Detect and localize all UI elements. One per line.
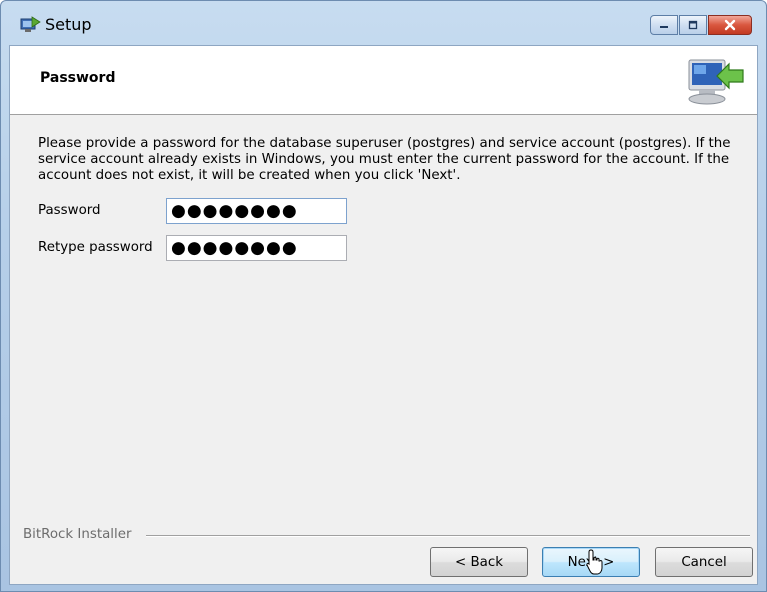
computer-install-icon — [688, 59, 744, 105]
minimize-button[interactable] — [650, 15, 678, 35]
password-label: Password — [38, 203, 101, 218]
setup-app-icon — [20, 16, 41, 32]
installer-brand: BitRock Installer — [23, 527, 132, 542]
close-button[interactable] — [708, 15, 752, 35]
wizard-header: Password — [10, 46, 757, 115]
setup-window: Setup Password Please provide a password… — [0, 0, 767, 592]
retype-password-label: Retype password — [38, 240, 153, 255]
page-title: Password — [40, 70, 116, 86]
instructions-text: Please provide a password for the databa… — [38, 136, 731, 183]
cancel-button[interactable]: Cancel — [655, 547, 753, 577]
caption-buttons — [649, 15, 752, 37]
footer-divider — [146, 535, 750, 537]
window-title: Setup — [45, 15, 92, 34]
back-button[interactable]: < Back — [430, 547, 528, 577]
password-input[interactable]: ●●●●●●●● — [166, 198, 347, 224]
next-button[interactable]: Next > — [542, 547, 640, 577]
wizard-client-area: Password Please provide a password for t… — [9, 45, 758, 585]
title-bar[interactable]: Setup — [1, 1, 766, 45]
minimize-icon — [660, 26, 668, 28]
close-icon — [724, 19, 736, 31]
retype-password-input[interactable]: ●●●●●●●● — [166, 235, 347, 261]
maximize-icon — [688, 20, 698, 30]
maximize-button[interactable] — [679, 15, 707, 35]
